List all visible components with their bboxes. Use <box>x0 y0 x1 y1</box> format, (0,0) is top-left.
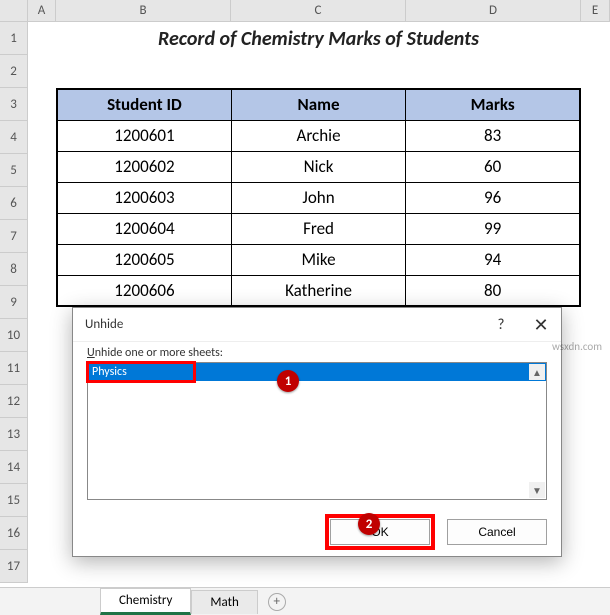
row-header-13[interactable]: 13 <box>0 418 28 451</box>
data-table: Student ID Name Marks 1200601Archie83 12… <box>56 88 581 307</box>
col-header-E[interactable]: E <box>581 0 610 21</box>
select-all-corner[interactable] <box>0 0 28 21</box>
row-header-5[interactable]: 5 <box>0 154 28 187</box>
scroll-down-icon[interactable]: ▼ <box>529 482 545 498</box>
help-button[interactable]: ? <box>481 308 521 342</box>
th-marks: Marks <box>406 89 580 120</box>
dialog-title-text: Unhide <box>85 317 123 332</box>
ok-highlight: OK <box>325 514 435 550</box>
tab-math[interactable]: Math <box>191 590 257 614</box>
th-student-id: Student ID <box>57 89 231 120</box>
col-header-B[interactable]: B <box>56 0 231 21</box>
unhide-label: Unhide one or more sheets: <box>87 346 547 360</box>
col-header-D[interactable]: D <box>406 0 581 21</box>
table-row: 1200604Fred99 <box>57 213 580 244</box>
row-headers: 1 2 3 4 5 6 7 8 9 10 11 12 13 14 15 16 1… <box>0 22 28 583</box>
row-header-9[interactable]: 9 <box>0 286 28 319</box>
row-header-2[interactable]: 2 <box>0 55 28 88</box>
table-row: 1200605Mike94 <box>57 244 580 275</box>
row-header-10[interactable]: 10 <box>0 319 28 352</box>
row-header-1[interactable]: 1 <box>0 22 28 55</box>
table-row: 1200601Archie83 <box>57 120 580 151</box>
th-name: Name <box>231 89 405 120</box>
cancel-button[interactable]: Cancel <box>447 519 547 545</box>
scroll-up-icon[interactable]: ▲ <box>529 364 545 380</box>
column-headers: A B C D E <box>0 0 610 22</box>
row-header-7[interactable]: 7 <box>0 220 28 253</box>
watermark-text: wsxdn.com <box>552 340 602 353</box>
annotation-marker-2: 2 <box>358 513 380 535</box>
close-button[interactable]: ✕ <box>521 308 561 342</box>
annotation-marker-1: 1 <box>277 370 299 392</box>
tab-chemistry[interactable]: Chemistry <box>100 588 191 615</box>
table-row: 1200603John96 <box>57 182 580 213</box>
row-header-6[interactable]: 6 <box>0 187 28 220</box>
row-header-4[interactable]: 4 <box>0 121 28 154</box>
row-header-17[interactable]: 17 <box>0 550 28 583</box>
sheet-listbox[interactable]: Physics ▲ ▼ <box>87 362 547 500</box>
row-header-12[interactable]: 12 <box>0 385 28 418</box>
row-header-11[interactable]: 11 <box>0 352 28 385</box>
list-item-physics[interactable]: Physics <box>88 363 546 381</box>
row-header-15[interactable]: 15 <box>0 484 28 517</box>
dialog-titlebar[interactable]: Unhide ? ✕ <box>73 308 561 342</box>
new-sheet-button[interactable]: + <box>268 593 286 611</box>
table-row: 1200602Nick60 <box>57 151 580 182</box>
sheet-tab-bar: Chemistry Math + <box>0 587 610 615</box>
row-header-3[interactable]: 3 <box>0 88 28 121</box>
unhide-dialog: Unhide ? ✕ Unhide one or more sheets: Ph… <box>72 307 562 557</box>
col-header-C[interactable]: C <box>231 0 406 21</box>
row-header-14[interactable]: 14 <box>0 451 28 484</box>
table-row: 1200606Katherine80 <box>57 275 580 306</box>
col-header-A[interactable]: A <box>28 0 56 21</box>
row-header-16[interactable]: 16 <box>0 517 28 550</box>
title-cell: Record of Chemistry Marks of Students <box>56 22 581 55</box>
row-header-8[interactable]: 8 <box>0 253 28 286</box>
ok-button[interactable]: OK <box>330 519 430 545</box>
